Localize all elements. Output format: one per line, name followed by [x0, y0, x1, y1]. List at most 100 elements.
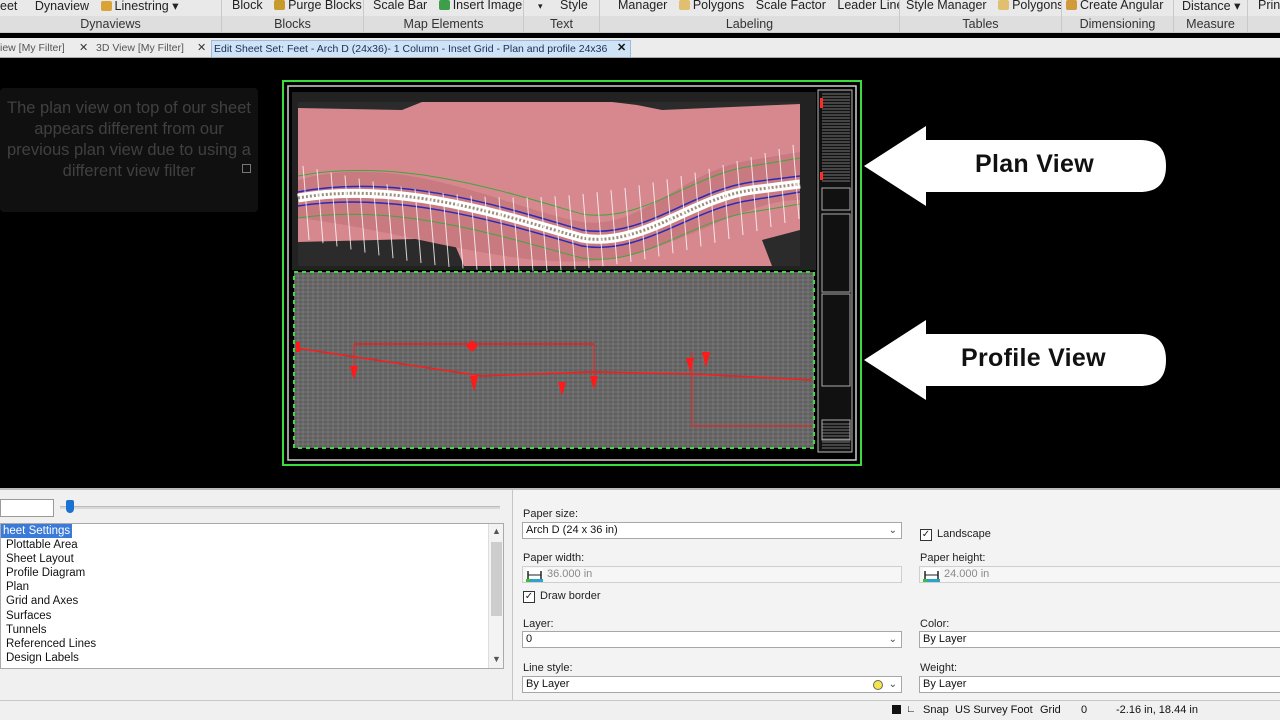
chevron-down-icon: ⌄ [888, 525, 897, 536]
ribbon-group-title: Tables [900, 16, 1061, 32]
tab-3d-view[interactable]: 3D View [My Filter] [96, 40, 186, 57]
paper-height-field[interactable]: 24.000 in [919, 566, 1280, 583]
tab-view-my-filter[interactable]: iew [My Filter] [0, 40, 64, 57]
weight-value: By Layer [923, 678, 967, 690]
dimension-icon [923, 568, 940, 582]
purge-blocks-button[interactable]: Purge Blocks [288, 0, 362, 12]
print-button[interactable]: Prin [1258, 0, 1280, 12]
plan-view-drawing [292, 92, 816, 272]
leader-lines-button[interactable]: Leader Lines [837, 0, 899, 12]
settings-tree: heet Settings Plottable Area Sheet Layou… [0, 523, 504, 669]
chevron-down-icon: ⌄ [888, 679, 897, 690]
tab-edit-sheet-set[interactable]: Edit Sheet Set: Feet - Arch D (24x36)- 1… [211, 40, 631, 57]
ribbon-group-title: Dimensioning [1062, 16, 1173, 32]
dimension-icon [526, 568, 543, 582]
sheet-drawing[interactable] [282, 80, 862, 466]
weight-select[interactable]: By Layer [919, 676, 1280, 693]
line-style-preview-icon [873, 680, 883, 690]
line-style-select[interactable]: By Layer ⌄ [522, 676, 902, 693]
tree-item-referenced-lines[interactable]: Referenced Lines [6, 637, 96, 651]
color-value: By Layer [923, 633, 967, 645]
insert-image-button[interactable]: Insert Image [453, 0, 522, 12]
ribbon-group-title: Measure [1174, 16, 1247, 32]
sheet-viewport[interactable]: The plan view on top of our sheet appear… [0, 60, 1280, 488]
distance-dropdown[interactable]: Distance ▾ [1182, 0, 1240, 13]
table-polygons-button[interactable]: Polygons [1012, 0, 1061, 12]
caption-marker-icon [242, 164, 251, 173]
block-button[interactable]: Block [232, 0, 263, 12]
ortho-icon[interactable]: ∟ [906, 704, 916, 715]
tree-item-tunnels[interactable]: Tunnels [6, 623, 47, 637]
weight-label: Weight: [920, 662, 958, 674]
linestring-dropdown[interactable]: Linestring ▾ [115, 0, 179, 13]
zoom-slider-track[interactable] [60, 506, 500, 509]
snap-indicator-icon[interactable] [892, 705, 901, 714]
zoom-input[interactable] [0, 499, 54, 517]
polygons-icon [678, 0, 690, 10]
snap-toggle[interactable]: Snap [923, 704, 949, 716]
document-tab-bar: iew [My Filter] ✕ 3D View [My Filter] ✕ … [0, 38, 1280, 58]
tree-item-sheet-settings[interactable]: heet Settings [1, 524, 73, 538]
tree-item-surfaces[interactable]: Surfaces [6, 609, 51, 623]
tree-scrollbar[interactable]: ▲ ▼ [488, 524, 503, 668]
scale-bar-button[interactable]: Scale Bar [373, 0, 427, 12]
layer-select[interactable]: 0 ⌄ [522, 631, 902, 648]
tree-item-plan[interactable]: Plan [6, 580, 29, 594]
zoom-slider-thumb[interactable] [66, 500, 74, 513]
tree-item-grid-and-axes[interactable]: Grid and Axes [6, 594, 78, 608]
close-icon[interactable]: ✕ [617, 40, 626, 56]
tree-item-design-labels[interactable]: Design Labels [6, 651, 79, 665]
create-angular-button[interactable]: Create Angular [1080, 0, 1163, 12]
paper-size-select[interactable]: Arch D (24 x 36 in) ⌄ [522, 522, 902, 539]
draw-border-checkbox[interactable]: ✓ [523, 591, 535, 603]
ribbon-group-dynaviews: eet Dynaview Linestring ▾ Dynaviews [0, 0, 222, 32]
tree-item-sheet-layout[interactable]: Sheet Layout [6, 552, 74, 566]
ribbon-group-measure: Distance ▾ Measure [1174, 0, 1248, 32]
paper-size-value: Arch D (24 x 36 in) [526, 524, 618, 536]
sheet-button[interactable]: eet [0, 0, 17, 13]
style-button[interactable]: Style [560, 0, 588, 12]
chevron-down-icon: ⌄ [888, 634, 897, 645]
paper-height-value: 24.000 in [944, 568, 990, 580]
label-manager-button[interactable]: Manager [618, 0, 667, 12]
ribbon-group-tables: Style Manager Polygons Tables [900, 0, 1062, 32]
close-icon[interactable]: ✕ [79, 40, 88, 56]
layer-label: Layer: [523, 618, 554, 630]
text-dropdown[interactable]: ▾ [538, 1, 543, 12]
scrollbar-thumb[interactable] [491, 542, 502, 616]
grid-value: 0 [1081, 704, 1088, 716]
paper-height-label: Paper height: [920, 552, 986, 564]
dynaview-button[interactable]: Dynaview [35, 0, 89, 13]
layer-value: 0 [526, 633, 533, 645]
angular-icon [1066, 0, 1077, 10]
close-icon[interactable]: ✕ [197, 40, 206, 56]
paper-width-value: 36.000 in [547, 568, 593, 580]
paper-width-field[interactable]: 36.000 in [522, 566, 902, 583]
color-select[interactable]: By Layer [919, 631, 1280, 648]
ribbon-group-dimensioning: Create Angular Dimensioning [1062, 0, 1174, 32]
ribbon-group-title: Text [524, 16, 599, 32]
linestring-icon [100, 1, 112, 11]
label-polygons-button[interactable]: Polygons [693, 0, 744, 12]
style-manager-button[interactable]: Style Manager [906, 0, 987, 12]
landscape-checkbox[interactable]: ✓ [920, 529, 932, 541]
grid-toggle[interactable]: Grid [1040, 704, 1061, 716]
profile-view-drawing [293, 271, 815, 449]
color-label: Color: [920, 618, 950, 630]
sheet-settings-panel: heet Settings Plottable Area Sheet Layou… [0, 488, 1280, 702]
table-polygons-icon [998, 0, 1010, 10]
units-display[interactable]: US Survey Foot [955, 704, 1033, 716]
scroll-down-icon[interactable]: ▼ [492, 654, 501, 664]
scale-factor-button[interactable]: Scale Factor [756, 0, 826, 12]
tree-item-plottable-area[interactable]: Plottable Area [6, 538, 78, 552]
properties-panel: Paper size: Arch D (24 x 36 in) ⌄ ✓ Land… [512, 490, 1280, 702]
purge-blocks-icon [274, 0, 286, 10]
scroll-up-icon[interactable]: ▲ [492, 526, 501, 536]
video-caption: The plan view on top of our sheet appear… [0, 88, 258, 212]
ribbon-group-title: Blocks [222, 16, 363, 32]
ribbon-group-title [1248, 16, 1280, 32]
ribbon-group-text: ▾ Style Text [524, 0, 600, 32]
line-style-value: By Layer [526, 678, 570, 690]
tree-item-profile-diagram[interactable]: Profile Diagram [6, 566, 85, 580]
status-bar: ∟ Snap US Survey Foot Grid 0 -2.16 in, 1… [0, 700, 1280, 720]
